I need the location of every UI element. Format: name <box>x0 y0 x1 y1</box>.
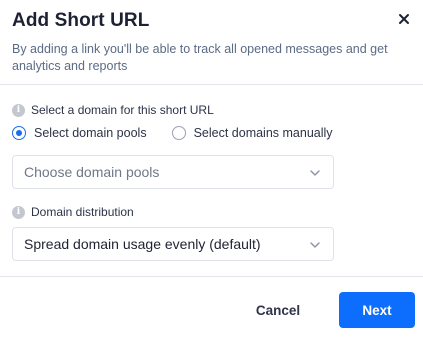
chevron-down-icon <box>310 242 320 248</box>
radio-checked-icon <box>12 126 26 140</box>
domain-pools-select[interactable]: Choose domain pools <box>12 155 334 189</box>
footer-divider <box>0 276 423 277</box>
radio-select-domain-pools[interactable]: Select domain pools <box>12 126 147 140</box>
distribution-section-label: i Domain distribution <box>12 205 134 219</box>
close-button[interactable] <box>397 12 411 26</box>
domain-distribution-select[interactable]: Spread domain usage evenly (default) <box>12 227 334 261</box>
dialog-subtitle: By adding a link you'll be able to track… <box>12 42 388 73</box>
header-divider <box>0 84 423 85</box>
radio-label: Select domains manually <box>193 126 333 140</box>
select-value: Spread domain usage evenly (default) <box>24 236 261 252</box>
distribution-section-label-text: Domain distribution <box>31 205 134 219</box>
select-placeholder: Choose domain pools <box>24 164 160 180</box>
radio-unchecked-icon <box>171 126 186 140</box>
chevron-down-icon <box>310 170 320 176</box>
cancel-button[interactable]: Cancel <box>240 294 316 326</box>
add-short-url-dialog: Add Short URL By adding a link you'll be… <box>0 0 423 340</box>
close-icon <box>399 14 409 24</box>
domain-section-label: i Select a domain for this short URL <box>12 103 214 117</box>
radio-select-domains-manually[interactable]: Select domains manually <box>171 126 333 140</box>
domain-mode-radio-group: Select domain pools Select domains manua… <box>12 126 333 140</box>
info-icon: i <box>12 103 25 117</box>
dialog-title: Add Short URL <box>12 10 150 31</box>
next-button[interactable]: Next <box>339 292 415 328</box>
radio-label: Select domain pools <box>34 126 147 140</box>
domain-section-label-text: Select a domain for this short URL <box>31 103 214 117</box>
info-icon: i <box>12 205 25 219</box>
